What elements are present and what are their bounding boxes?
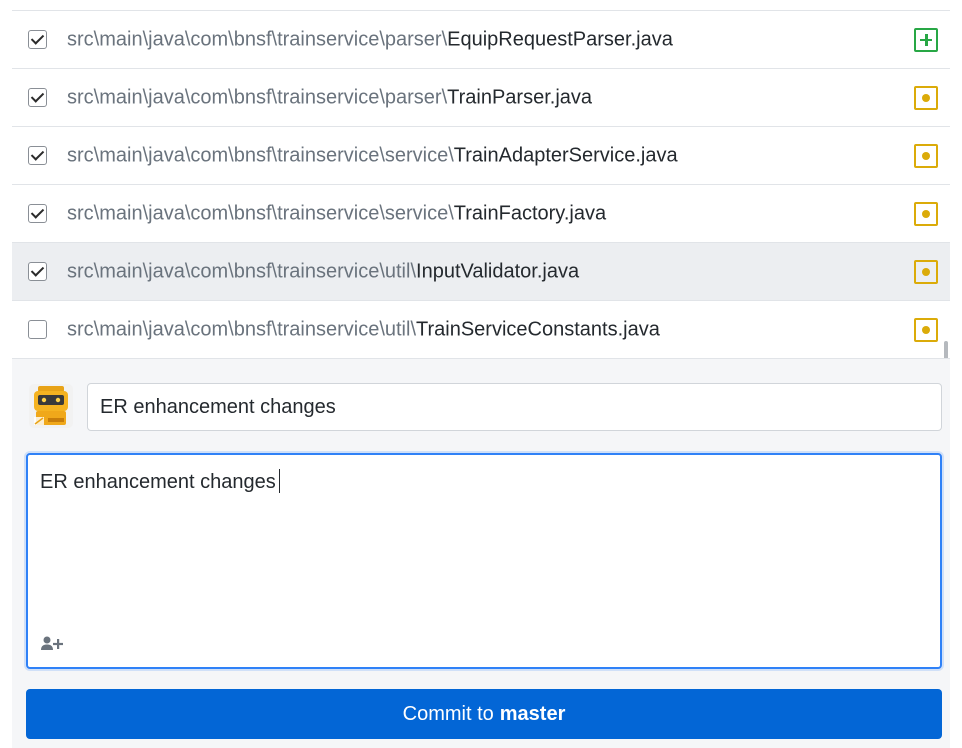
- added-status-icon: [914, 27, 938, 52]
- file-path: src\main\java\com\bnsf\trainservice\serv…: [67, 202, 606, 225]
- file-include-checkbox[interactable]: [28, 319, 47, 339]
- commit-branch-name: master: [499, 702, 566, 725]
- add-person-icon[interactable]: [40, 635, 66, 653]
- file-include-checkbox[interactable]: [28, 203, 47, 223]
- file-directory: src\main\java\com\bnsf\trainservice\util…: [67, 260, 417, 282]
- modified-status-icon: [914, 85, 938, 110]
- modified-status-icon: [914, 259, 938, 284]
- file-row[interactable]: src\main\java\com\bnsf\trainservice\util…: [12, 301, 950, 358]
- file-directory: src\main\java\com\bnsf\trainservice\util…: [67, 318, 417, 340]
- file-directory: src\main\java\com\bnsf\trainservice\serv…: [67, 144, 454, 166]
- commit-button[interactable]: Commit to master: [26, 689, 942, 739]
- file-name: TrainAdapterService.java: [453, 144, 678, 166]
- file-row[interactable]: src\main\java\com\bnsf\trainservice\pars…: [12, 69, 950, 127]
- robot-avatar-icon: [26, 381, 76, 431]
- file-directory: src\main\java\com\bnsf\trainservice\pars…: [67, 86, 448, 108]
- file-path: src\main\java\com\bnsf\trainservice\util…: [67, 318, 660, 341]
- changes-panel: src\main\java\com\bnsf\trainservice\pars…: [0, 0, 962, 748]
- file-include-checkbox[interactable]: [28, 29, 47, 49]
- file-name: InputValidator.java: [416, 260, 580, 282]
- file-path: src\main\java\com\bnsf\trainservice\pars…: [67, 28, 673, 51]
- file-name: TrainFactory.java: [453, 202, 607, 224]
- commit-summary-input[interactable]: ER enhancement changes: [87, 383, 942, 431]
- file-list-scrollbar[interactable]: [944, 341, 948, 358]
- commit-button-label: Commit to: [402, 702, 494, 725]
- text-caret: [278, 469, 281, 493]
- file-directory: src\main\java\com\bnsf\trainservice\serv…: [67, 202, 454, 224]
- file-row[interactable]: src\main\java\com\bnsf\trainservice\serv…: [12, 185, 950, 243]
- file-path: src\main\java\com\bnsf\trainservice\serv…: [67, 144, 678, 167]
- file-row-selected[interactable]: src\main\java\com\bnsf\trainservice\util…: [12, 243, 950, 301]
- commit-description-field[interactable]: ER enhancement changes: [26, 453, 942, 669]
- commit-description-text: ER enhancement changes: [40, 469, 281, 494]
- changed-files-list: src\main\java\com\bnsf\trainservice\pars…: [12, 10, 950, 358]
- file-row[interactable]: src\main\java\com\bnsf\trainservice\serv…: [12, 127, 950, 185]
- file-include-checkbox[interactable]: [28, 145, 47, 165]
- file-path: src\main\java\com\bnsf\trainservice\util…: [67, 260, 579, 283]
- commit-panel: ER enhancement changes ER enhancement ch…: [12, 358, 950, 748]
- file-name: EquipRequestParser.java: [447, 28, 673, 50]
- file-directory: src\main\java\com\bnsf\trainservice\pars…: [67, 28, 448, 50]
- file-include-checkbox[interactable]: [28, 87, 47, 107]
- file-row[interactable]: src\main\java\com\bnsf\trainservice\pars…: [12, 11, 950, 69]
- modified-status-icon: [914, 317, 938, 342]
- modified-status-icon: [914, 201, 938, 226]
- file-include-checkbox[interactable]: [28, 261, 47, 281]
- modified-status-icon: [914, 143, 938, 168]
- file-name: TrainServiceConstants.java: [416, 318, 660, 340]
- file-path: src\main\java\com\bnsf\trainservice\pars…: [67, 86, 592, 109]
- file-name: TrainParser.java: [447, 86, 593, 108]
